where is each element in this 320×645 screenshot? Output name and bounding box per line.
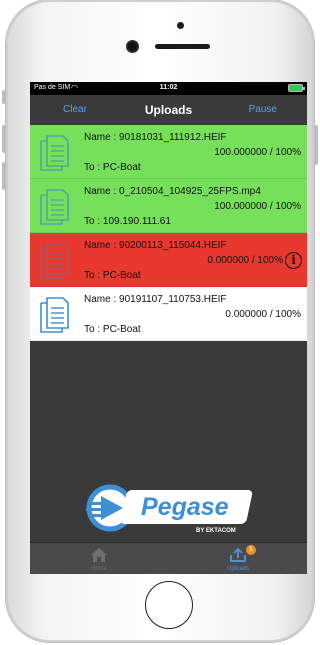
document-icon: [40, 243, 69, 279]
upload-destination: To : 109.190.111.61: [84, 216, 171, 227]
tab-home-label: Home: [90, 566, 107, 572]
file-name: Name : 90191107_110753.HEIF: [84, 294, 227, 305]
upload-row[interactable]: Name : 90191107_110753.HEIF 0.000000 / 1…: [30, 287, 307, 341]
upload-tray-icon: [230, 547, 246, 562]
home-icon: [91, 548, 107, 562]
battery-icon: [288, 84, 305, 92]
upload-progress: 0.000000 / 100%: [225, 309, 301, 320]
pause-button[interactable]: Pause: [249, 104, 277, 115]
upload-row[interactable]: Name : 0_210504_104925_25FPS.mp4 100.000…: [30, 179, 307, 233]
upload-row[interactable]: Name : 90200113_115044.HEIF 0.000000 / 1…: [30, 233, 307, 287]
upload-progress: 0.000000 / 100%: [207, 255, 283, 266]
status-time: 11:02: [159, 84, 178, 91]
navigation-bar: Clear Uploads Pause: [30, 95, 307, 125]
info-circle-icon[interactable]: i: [285, 252, 302, 269]
upload-destination: To : PC-Boat: [84, 270, 141, 281]
tab-uploads[interactable]: 1 Uploads: [169, 543, 307, 574]
document-icon: [40, 189, 69, 225]
logo-tagline-text: BY EKTACOM: [196, 528, 236, 534]
file-name: Name : 90181031_111912.HEIF: [84, 132, 227, 143]
volume-down-button: [2, 162, 6, 190]
home-button[interactable]: [145, 581, 193, 629]
earpiece-speaker: [155, 44, 210, 49]
tab-home[interactable]: Home: [30, 543, 168, 574]
tab-bar: Home 1 Uploads: [30, 542, 307, 574]
power-button: [314, 125, 318, 165]
upload-destination: To : PC-Boat: [84, 162, 141, 173]
document-icon: [40, 297, 69, 333]
uploads-badge: 1: [246, 545, 256, 555]
status-bar: Pas de SIM ◠ 11:02: [30, 82, 307, 95]
mute-switch: [2, 90, 6, 104]
app-screen: Pas de SIM ◠ 11:02 Clear Uploads Pause N…: [30, 82, 307, 574]
upload-progress: 100.000000 / 100%: [214, 201, 301, 212]
upload-progress: 100.000000 / 100%: [214, 147, 301, 158]
front-camera: [128, 42, 137, 51]
file-name: Name : 90200113_115044.HEIF: [84, 240, 227, 251]
volume-up-button: [2, 125, 6, 153]
upload-list: Name : 90181031_111912.HEIF 100.000000 /…: [30, 125, 307, 341]
proximity-sensor: [177, 22, 184, 29]
pegase-logo: Pegase BY EKTACOM: [86, 484, 253, 534]
upload-destination: To : PC-Boat: [84, 324, 141, 335]
file-name: Name : 0_210504_104925_25FPS.mp4: [84, 186, 261, 197]
tab-uploads-label: Uploads: [226, 566, 249, 572]
upload-row[interactable]: Name : 90181031_111912.HEIF 100.000000 /…: [30, 125, 307, 179]
document-icon: [40, 135, 69, 171]
logo-brand-text: Pegase: [141, 493, 229, 521]
